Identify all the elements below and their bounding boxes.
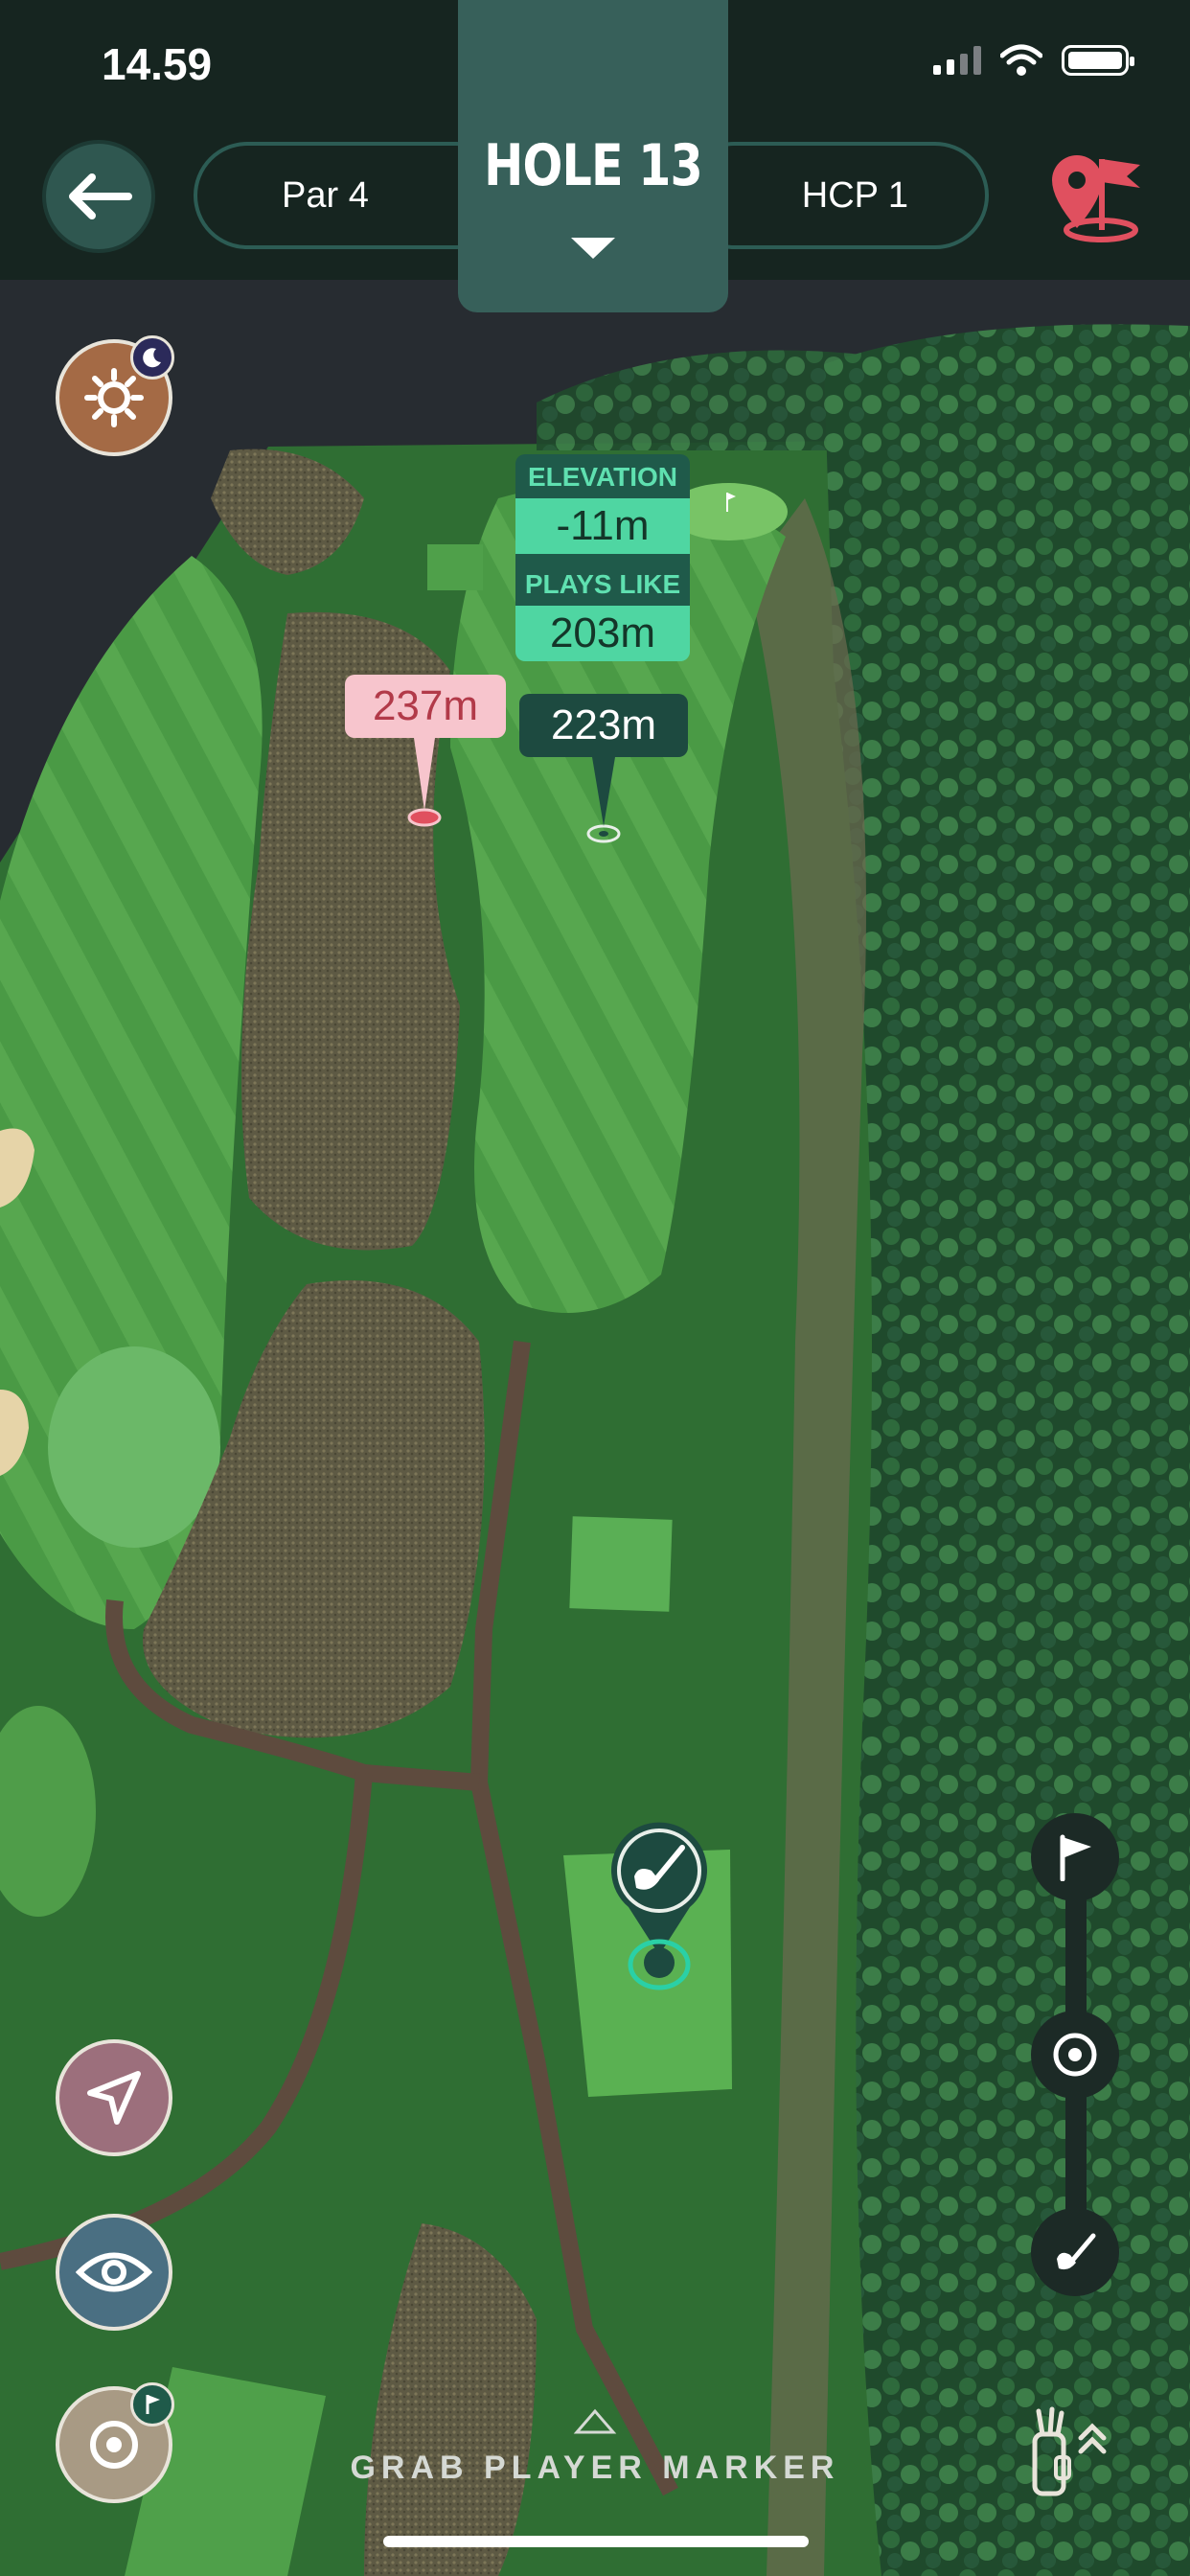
target-icon [1053,2033,1097,2077]
moon-icon [143,348,161,368]
elevation-label: ELEVATION [515,454,690,498]
alt-target-distance[interactable]: 237m [345,675,506,738]
eye-icon [76,2252,152,2292]
locate-button[interactable] [56,2039,172,2156]
hole-title: HOLE 13 [484,132,703,199]
signal-icon [933,46,981,75]
flag-node[interactable] [1031,1813,1119,1901]
double-chevron-up-icon [1078,2423,1107,2454]
wifi-icon [1000,44,1042,76]
flag-icon [146,2395,160,2414]
target-node[interactable] [1031,2011,1119,2099]
caret-down-icon [571,238,615,259]
view-button[interactable] [56,2214,172,2331]
caret-up-icon[interactable] [573,2407,617,2436]
player-marker[interactable] [602,1811,717,2003]
elevation-tag: ELEVATION -11m PLAYS LIKE 203m [515,454,690,661]
course-map[interactable] [0,0,1190,2576]
player-node[interactable] [1031,2208,1119,2296]
back-button[interactable] [42,140,155,253]
map-pin-flag-icon[interactable] [1048,151,1144,243]
back-arrow-icon [69,173,132,219]
plays-like-value: 203m [515,606,690,661]
elevation-value: -11m [515,498,690,554]
sun-icon [84,368,144,427]
status-time: 14.59 [102,39,213,89]
battery-icon [1062,45,1134,76]
moon-badge [130,335,174,380]
status-icons [933,44,1134,77]
golf-bag-icon[interactable] [1023,2405,1119,2501]
flag-icon [1060,1834,1091,1881]
flag-badge [130,2382,174,2426]
golf-club-icon [1057,2233,1096,2270]
target-distance[interactable]: 223m [519,694,688,757]
theme-toggle-button[interactable] [56,335,174,456]
plays-like-label: PLAYS LIKE [515,562,690,606]
hole-selector[interactable]: HOLE 13 [458,0,728,312]
navigation-arrow-icon [87,2071,141,2125]
home-indicator[interactable] [383,2536,809,2547]
grab-player-marker-label[interactable]: GRAB PLAYER MARKER [0,2450,1190,2487]
